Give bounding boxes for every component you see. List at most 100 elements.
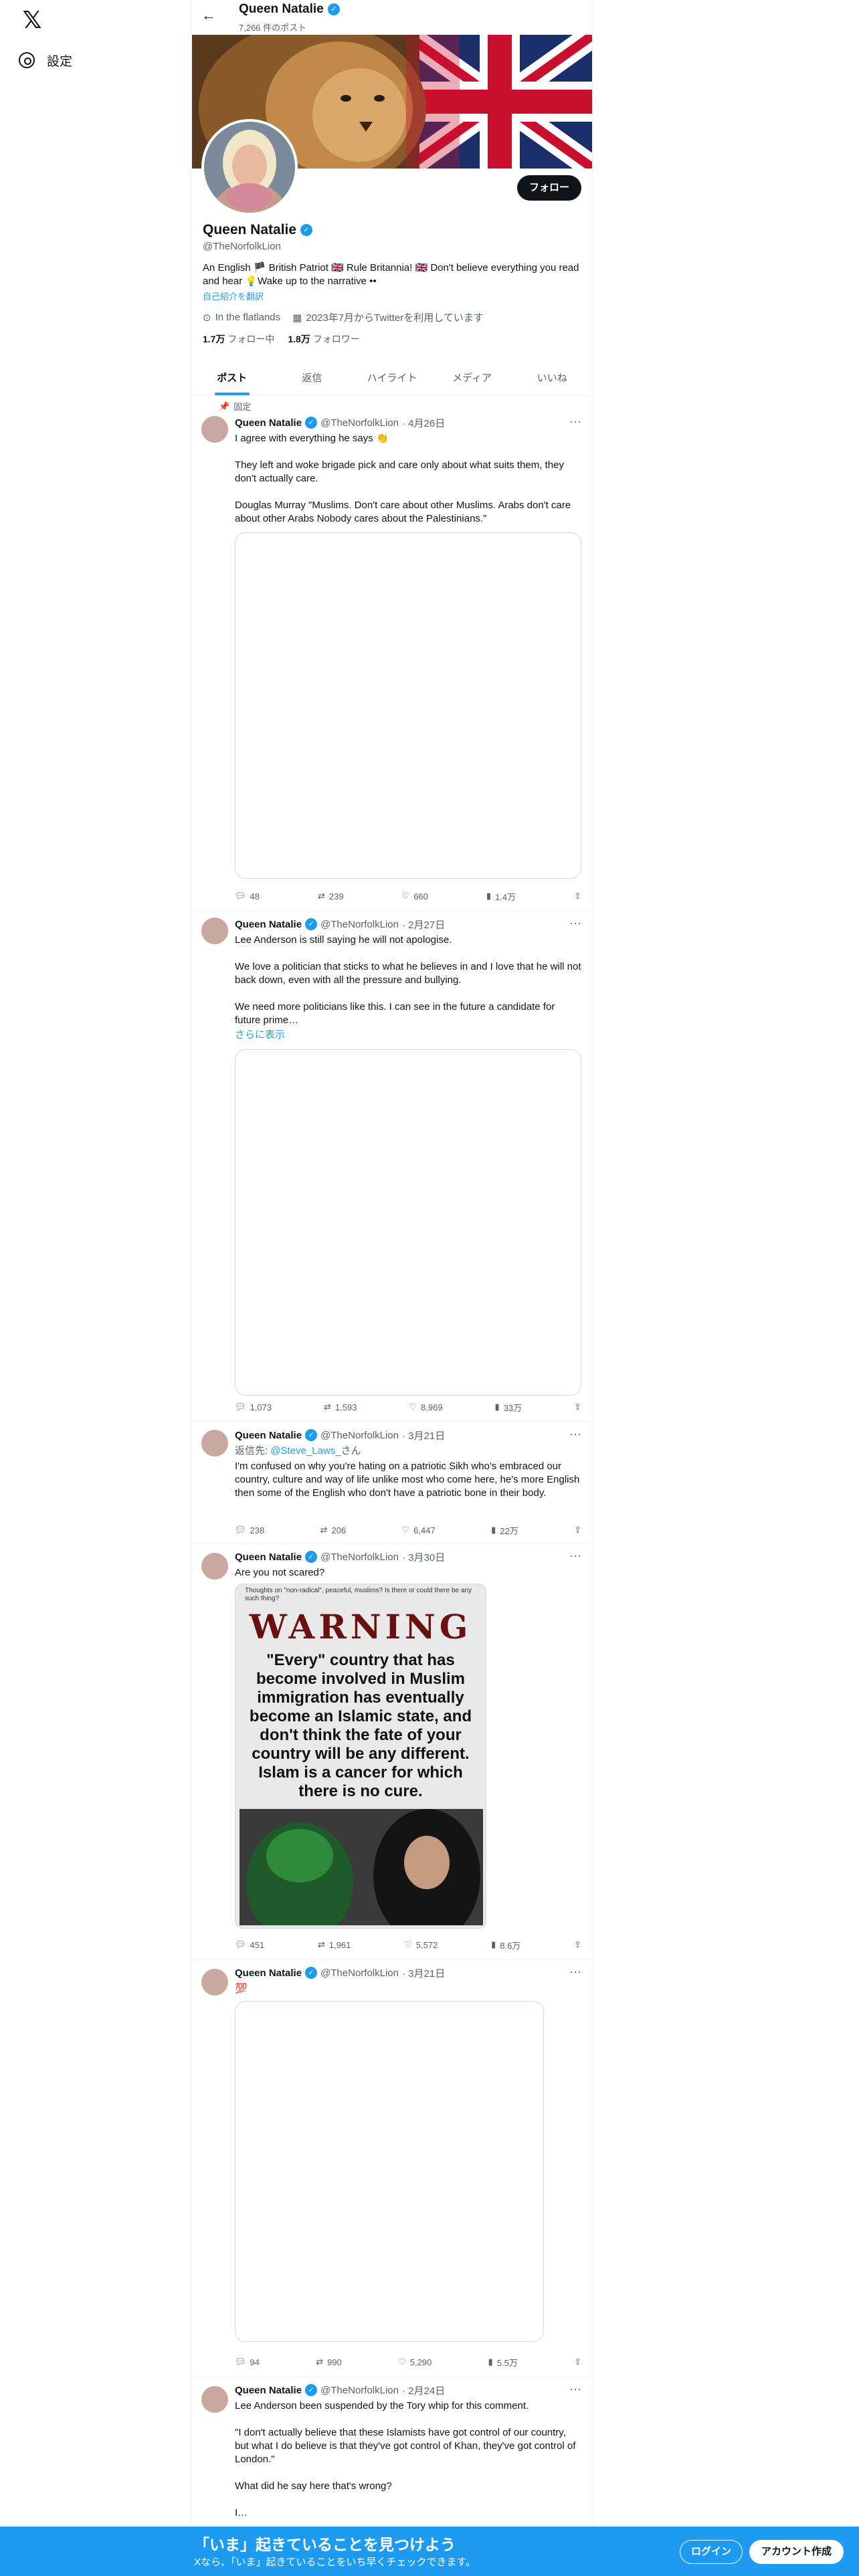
like-button[interactable]: ♡ 5,572 (404, 1938, 438, 1951)
reply-button[interactable]: 💬︎ 48 (235, 889, 260, 903)
repost-count: 239 (328, 891, 344, 901)
tweet-date[interactable]: · 3月21日 (402, 1966, 445, 1980)
reply-button[interactable]: 💬︎ 1,073 (235, 1400, 272, 1414)
tweet-body: Queen Natalie ✓ @TheNorfolkLion · 3月21日 … (235, 1966, 581, 2342)
views-button[interactable]: ▮ 22万 (491, 1523, 518, 1537)
tweet-handle[interactable]: @TheNorfolkLion (320, 919, 399, 930)
tab-replies[interactable]: 返信 (272, 361, 353, 395)
tweet-date[interactable]: · 3月21日 (402, 1428, 445, 1442)
tweet-date[interactable]: · 2月27日 (402, 918, 445, 932)
verified-badge-icon: ✓ (305, 1967, 318, 1979)
settings-link[interactable]: 設定 (19, 47, 72, 74)
tweet-avatar[interactable] (201, 1430, 228, 1457)
like-button[interactable]: ♡ 8,969 (409, 1400, 442, 1414)
share-icon: ⇪ (574, 1402, 581, 1412)
profile-avatar[interactable] (201, 119, 298, 215)
left-sidebar: 𝕏 設定 (0, 0, 191, 2576)
tweet-body: Queen Natalie ✓ @TheNorfolkLion · 3月30日 … (235, 1550, 581, 1929)
location-text: In the flatlands (215, 312, 281, 323)
views-icon: ▮ (491, 1939, 496, 1949)
views-button[interactable]: ▮ 8.6万 (491, 1938, 520, 1951)
repost-button[interactable]: ⇄ 1,961 (318, 1938, 351, 1951)
settings-label: 設定 (47, 54, 73, 69)
tweet-handle[interactable]: @TheNorfolkLion (320, 1551, 399, 1563)
reply-to-link[interactable]: @Steve_Laws_ (270, 1445, 341, 1457)
heart-icon: ♡ (401, 1525, 410, 1535)
tweet-author-name[interactable]: Queen Natalie (235, 1551, 302, 1563)
reply-icon: 💬︎ (235, 1402, 246, 1412)
tweet-date[interactable]: · 4月26日 (402, 416, 445, 430)
repost-button[interactable]: ⇄ 206 (320, 1523, 347, 1537)
tweet-author-name[interactable]: Queen Natalie (235, 1967, 302, 1979)
reply-prefix: 返信先: (235, 1445, 271, 1457)
reply-button[interactable]: 💬︎ 94 (235, 2355, 260, 2369)
tweet-date[interactable]: · 2月24日 (402, 2383, 445, 2397)
share-icon: ⇪ (574, 2357, 581, 2367)
reply-icon: 💬︎ (235, 891, 246, 901)
views-button[interactable]: ▮ 5.5万 (488, 2355, 518, 2369)
tweet-author-name[interactable]: Queen Natalie (235, 1430, 302, 1441)
profile-name: Queen Natalie ✓ (203, 221, 581, 239)
reply-button[interactable]: 💬︎ 451 (235, 1938, 264, 1951)
tweet[interactable]: ··· Queen Natalie ✓ @TheNorfolkLion · 3月… (192, 1959, 592, 2377)
tweet-media[interactable] (235, 2001, 544, 2342)
verified-badge-icon: ✓ (305, 2384, 318, 2396)
back-arrow-icon[interactable]: ← (201, 7, 216, 24)
views-button[interactable]: ▮ 1.4万 (486, 889, 516, 903)
share-button[interactable]: ⇪ (574, 2355, 581, 2369)
share-button[interactable]: ⇪ (574, 1400, 581, 1414)
profile-meta: ⊙ In the flatlands ▦ 2023年7月からTwitterを利用… (203, 310, 581, 324)
tweet-media[interactable] (235, 1049, 581, 1396)
tab-highlights[interactable]: ハイライト (352, 361, 432, 395)
tweet[interactable]: ··· Queen Natalie ✓ @TheNorfolkLion · 3月… (192, 1543, 592, 1959)
tweet-header: Queen Natalie ✓ @TheNorfolkLion · 2月24日 (235, 2383, 581, 2397)
tweet-author-name[interactable]: Queen Natalie (235, 417, 302, 429)
repost-button[interactable]: ⇄ 1,593 (324, 1400, 357, 1414)
tweet-avatar[interactable] (201, 918, 228, 944)
tweet-handle[interactable]: @TheNorfolkLion (320, 1967, 399, 1979)
follow-button[interactable]: フォロー (516, 175, 581, 201)
tweet[interactable]: ··· Queen Natalie ✓ @TheNorfolkLion · 4月… (192, 409, 592, 911)
like-button[interactable]: ♡ 660 (402, 889, 428, 903)
tweet-author-name[interactable]: Queen Natalie (235, 919, 302, 930)
view-count: 1.4万 (495, 891, 516, 902)
tweet-avatar[interactable] (201, 2386, 228, 2413)
tweet-avatar[interactable] (201, 1553, 228, 1580)
repost-button[interactable]: ⇄ 239 (318, 889, 344, 903)
repost-button[interactable]: ⇄ 990 (316, 2355, 342, 2369)
reply-button[interactable]: 💬︎ 238 (235, 1523, 264, 1537)
login-bar-title: 「いま」起きていることを見つけよう (194, 2536, 456, 2553)
tweet-media[interactable] (235, 532, 581, 879)
tweet-handle[interactable]: @TheNorfolkLion (320, 1430, 399, 1441)
following-link[interactable]: 1.7万 フォロー中 (203, 332, 274, 346)
views-button[interactable]: ▮ 33万 (495, 1400, 522, 1414)
x-logo-icon[interactable]: 𝕏 (19, 7, 45, 33)
tweet-author-name[interactable]: Queen Natalie (235, 2385, 302, 2396)
tweet-handle[interactable]: @TheNorfolkLion (320, 2385, 399, 2396)
like-button[interactable]: ♡ 5,290 (398, 2355, 432, 2369)
heart-icon: ♡ (404, 1939, 412, 1949)
login-button[interactable]: ログイン (680, 2540, 743, 2564)
tweet-media[interactable]: Thoughts on "non-radical", peaceful, mus… (235, 1584, 486, 1929)
tab-media[interactable]: メディア (432, 361, 512, 395)
profile-column: ← Queen Natalie ✓ 7,266 件のポスト フォロー Queen… (191, 0, 593, 2576)
tweet-avatar[interactable] (201, 1969, 228, 1996)
share-button[interactable]: ⇪ (574, 1938, 581, 1951)
share-button[interactable]: ⇪ (574, 889, 581, 903)
tweet-date[interactable]: · 3月30日 (402, 1550, 445, 1564)
tweet[interactable]: ··· Queen Natalie ✓ @TheNorfolkLion · 3月… (192, 1422, 592, 1543)
tab-likes[interactable]: いいね (512, 361, 592, 395)
show-more-link[interactable]: さらに表示 (235, 1027, 581, 1041)
tweet-avatar[interactable] (201, 416, 228, 443)
followers-link[interactable]: 1.8万 フォロワー (288, 332, 359, 346)
like-button[interactable]: ♡ 6,447 (402, 1523, 436, 1537)
tab-posts[interactable]: ポスト (192, 361, 272, 395)
tweet-handle[interactable]: @TheNorfolkLion (320, 417, 399, 429)
repost-count: 1,593 (335, 1402, 357, 1412)
translate-bio-link[interactable]: 自己紹介を翻訳 (203, 290, 581, 302)
tweet[interactable]: ··· Queen Natalie ✓ @TheNorfolkLion · 2月… (192, 2377, 592, 2531)
share-button[interactable]: ⇪ (574, 1523, 581, 1537)
signup-button[interactable]: アカウント作成 (749, 2540, 844, 2564)
reply-count: 48 (250, 891, 260, 901)
tweet[interactable]: ··· Queen Natalie ✓ @TheNorfolkLion · 2月… (192, 911, 592, 1422)
